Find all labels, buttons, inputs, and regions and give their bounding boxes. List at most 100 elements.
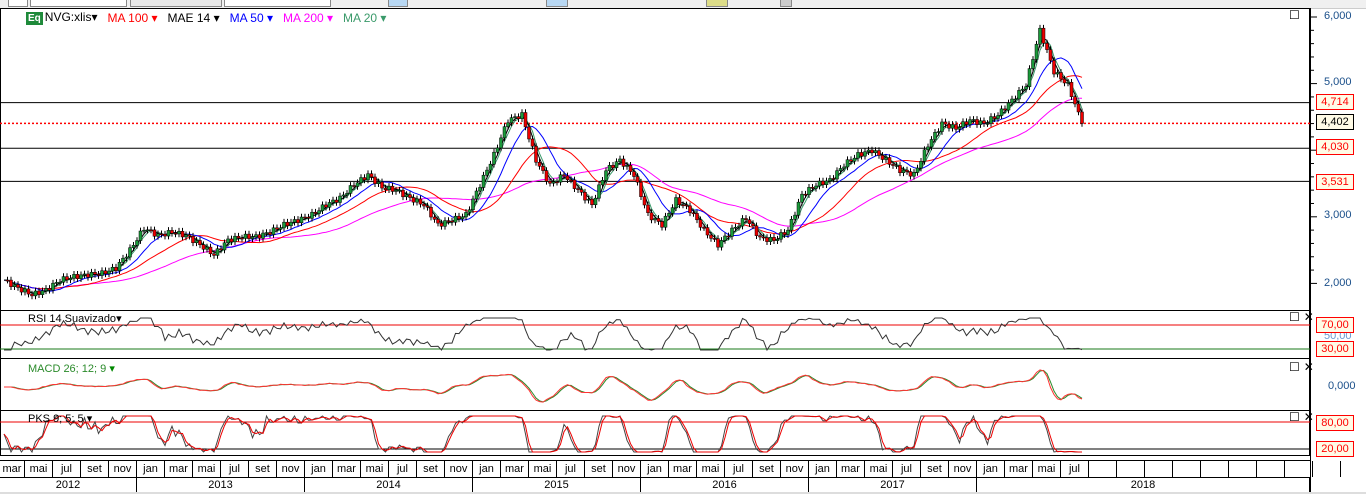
close-icon[interactable]: ✕ bbox=[1304, 360, 1314, 374]
month-label bbox=[1173, 461, 1201, 477]
candle bbox=[933, 132, 937, 140]
candle bbox=[901, 169, 906, 174]
candle bbox=[600, 180, 605, 186]
candle bbox=[226, 238, 230, 244]
line-price-tag: 4,714 bbox=[1316, 94, 1354, 110]
rsi-label[interactable]: RSI 14 Suavizado▾ bbox=[28, 312, 122, 325]
month-label: mai bbox=[865, 461, 893, 477]
month-label: jul bbox=[1061, 461, 1089, 477]
maximize-icon[interactable]: ☐ bbox=[1289, 310, 1300, 324]
candle bbox=[667, 213, 671, 217]
candle bbox=[51, 282, 55, 291]
candle bbox=[695, 213, 699, 221]
candle bbox=[110, 266, 115, 272]
candle bbox=[268, 232, 272, 235]
candle bbox=[394, 189, 398, 192]
pks-d-line bbox=[3, 415, 1082, 453]
month-label: nov bbox=[949, 461, 977, 477]
candle bbox=[842, 166, 846, 169]
candle bbox=[772, 237, 776, 241]
macd-signal-line bbox=[4, 369, 1083, 403]
rsi-panel-controls: ☐ ✕ bbox=[1289, 310, 1318, 324]
candle bbox=[905, 169, 909, 172]
legend-symbol[interactable]: Eq NVG:xlis▾ bbox=[26, 10, 97, 25]
candle bbox=[446, 220, 451, 222]
candle bbox=[940, 121, 944, 132]
candle bbox=[341, 194, 346, 197]
candle bbox=[285, 221, 290, 227]
candle bbox=[520, 112, 524, 119]
close-icon[interactable]: ✕ bbox=[1304, 310, 1314, 324]
legend-ma50[interactable]: MA 50 ▾ bbox=[230, 11, 273, 25]
maximize-icon[interactable]: ☐ bbox=[1289, 410, 1300, 424]
candle bbox=[943, 121, 948, 125]
month-label: jan bbox=[137, 461, 165, 477]
candle bbox=[16, 284, 20, 288]
candle bbox=[541, 165, 545, 171]
candle bbox=[376, 181, 381, 184]
candle bbox=[152, 229, 157, 237]
month-label: mai bbox=[1033, 461, 1061, 477]
candle bbox=[61, 276, 66, 283]
month-label bbox=[1117, 461, 1145, 477]
candle bbox=[1006, 102, 1011, 111]
macd-label[interactable]: MACD 26; 12; 9 ▾ bbox=[28, 362, 115, 375]
candle bbox=[23, 288, 27, 293]
candle bbox=[408, 194, 412, 198]
month-label bbox=[1201, 461, 1229, 477]
legend-mae14[interactable]: MAE 14 ▾ bbox=[168, 11, 220, 25]
candle bbox=[870, 149, 874, 154]
candle bbox=[457, 215, 461, 220]
candle bbox=[40, 290, 45, 295]
month-label bbox=[1313, 461, 1341, 477]
macd-line bbox=[4, 369, 1083, 403]
month-axis: mar mai jul set nov jan mar mai jul set nov jan mar m… bbox=[0, 460, 1341, 478]
candle bbox=[656, 218, 661, 222]
year-label: 2017 bbox=[809, 477, 977, 493]
close-icon[interactable]: ✕ bbox=[1304, 410, 1314, 424]
candle bbox=[1076, 103, 1081, 113]
candle bbox=[338, 195, 342, 203]
pks-label[interactable]: PKS 9; 5; 5 ▾ bbox=[28, 412, 92, 425]
month-label: mar bbox=[669, 461, 697, 477]
candle bbox=[884, 157, 888, 160]
candle bbox=[698, 219, 703, 228]
maximize-icon[interactable]: ☐ bbox=[1289, 360, 1300, 374]
candle bbox=[474, 190, 479, 200]
month-label: mai bbox=[193, 461, 221, 477]
candle bbox=[723, 235, 727, 241]
price-chart[interactable] bbox=[0, 0, 1366, 494]
legend-ma100[interactable]: MA 100 ▾ bbox=[107, 11, 157, 25]
month-label: jan bbox=[473, 461, 501, 477]
candle bbox=[380, 181, 384, 189]
candle bbox=[845, 159, 850, 168]
candle bbox=[831, 178, 836, 180]
month-label: jul bbox=[557, 461, 585, 477]
candle bbox=[807, 187, 811, 195]
candle bbox=[873, 150, 878, 154]
candle bbox=[334, 199, 339, 203]
candle bbox=[289, 221, 293, 227]
candle bbox=[968, 119, 972, 125]
candle bbox=[317, 210, 321, 214]
candle bbox=[1034, 43, 1039, 60]
candle bbox=[982, 120, 986, 124]
maximize-icon[interactable]: ☐ bbox=[1289, 8, 1300, 22]
candle bbox=[166, 230, 171, 237]
candle bbox=[674, 197, 678, 208]
candle bbox=[313, 211, 318, 214]
month-label: mar bbox=[333, 461, 361, 477]
month-label: jan bbox=[809, 461, 837, 477]
month-label bbox=[1285, 461, 1313, 477]
year-label: 2012 bbox=[0, 477, 137, 493]
legend-ma20[interactable]: MA 20 ▾ bbox=[343, 11, 386, 25]
candle bbox=[810, 187, 815, 189]
legend-ma200[interactable]: MA 200 ▾ bbox=[283, 11, 333, 25]
candle bbox=[1048, 49, 1053, 61]
pks-level-tag: 20,00 bbox=[1316, 441, 1354, 457]
candle bbox=[1013, 98, 1018, 101]
candle bbox=[72, 274, 76, 279]
candle bbox=[387, 185, 391, 190]
moving-average-line bbox=[4, 75, 1083, 290]
candle bbox=[170, 230, 174, 234]
